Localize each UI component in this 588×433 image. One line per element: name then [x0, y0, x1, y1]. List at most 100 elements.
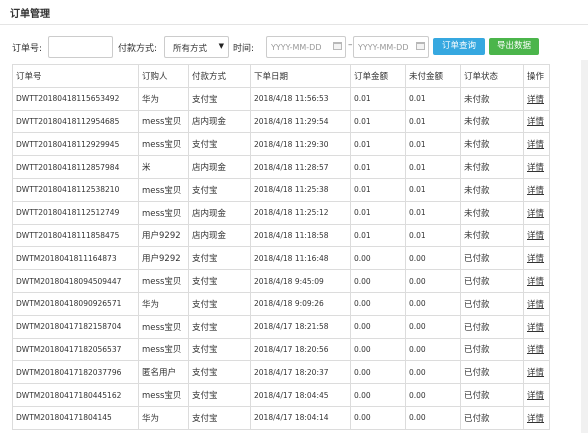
payment-method-cell: 支付宝 [188, 86, 251, 111]
order-date-cell: 2018/4/18 11:25:38 [250, 177, 351, 202]
action-cell: 详情 [523, 337, 550, 362]
customer-cell: mess宝贝 [138, 383, 189, 407]
unpaid-amount-cell: 0.01 [405, 109, 461, 134]
calendar-icon[interactable] [333, 42, 342, 50]
order-amount-cell: 0.01 [350, 86, 406, 111]
table-row: DWTT20180418112538210 mess宝贝 支付宝 2018/4/18 … [12, 177, 550, 202]
table-row: DWTM20180417182056537 mess宝贝 支付宝 2018/4/17 … [12, 337, 550, 362]
order-date-cell: 2018/4/17 18:21:58 [250, 314, 351, 339]
customer-cell: 米 [138, 155, 189, 179]
order-date-cell: 2018/4/18 11:25:12 [250, 200, 351, 225]
unpaid-amount-cell: 0.00 [405, 337, 461, 362]
order-number-cell: DWTM20180417182037796 [12, 360, 139, 385]
table-row: DWTT20180418112512749 mess宝贝 店内现金 2018/4/18… [12, 200, 550, 225]
action-cell: 详情 [523, 177, 550, 202]
customer-cell: 用户9292 [138, 223, 189, 248]
column-header[interactable]: 订单状态 [460, 64, 524, 88]
order-query-button[interactable]: 订单查询 [433, 38, 485, 55]
details-link[interactable]: 详情 [527, 163, 544, 173]
order-date-cell: 2018/4/18 11:28:57 [250, 155, 351, 179]
action-cell: 详情 [523, 314, 550, 339]
order-number-cell: DWTM20180417180445162 [12, 383, 139, 407]
order-date-cell: 2018/4/18 11:56:53 [250, 86, 351, 111]
order-status-cell: 已付款 [460, 337, 524, 362]
column-header[interactable]: 付款方式 [188, 64, 251, 88]
panel-header: 订单管理 [0, 0, 588, 25]
column-header[interactable]: 未付金额 [405, 64, 461, 88]
table-row: DWTM20180417180445162 mess宝贝 支付宝 2018/4/17 … [12, 383, 550, 407]
payment-method-cell: 支付宝 [188, 246, 251, 271]
details-link[interactable]: 详情 [527, 140, 544, 150]
order-status-cell: 已付款 [460, 246, 524, 271]
column-header[interactable]: 下单日期 [250, 64, 351, 88]
unpaid-amount-cell: 0.00 [405, 360, 461, 385]
details-link[interactable]: 详情 [527, 300, 544, 310]
order-amount-cell: 0.00 [350, 383, 406, 407]
details-link[interactable]: 详情 [527, 277, 544, 287]
order-status-cell: 已付款 [460, 314, 524, 339]
order-amount-cell: 0.00 [350, 360, 406, 385]
order-date-cell: 2018/4/17 18:20:56 [250, 337, 351, 362]
order-status-cell: 未付款 [460, 223, 524, 248]
details-link[interactable]: 详情 [527, 231, 544, 241]
payment-method-cell: 支付宝 [188, 405, 251, 430]
table-row: DWTT20180418111858475 用户9292 店内现金 2018/4/18… [12, 223, 550, 248]
unpaid-amount-cell: 0.01 [405, 200, 461, 225]
column-header[interactable]: 订单号 [12, 64, 139, 88]
dropdown-arrow-icon: ▼ [218, 42, 224, 50]
table-row: DWTM201804171804145 华为 支付宝 2018/4/17 18:04:… [12, 405, 550, 430]
table-row: DWTM2018041811164873 用户9292 支付宝 2018/4/18 1… [12, 246, 550, 271]
order-status-cell: 未付款 [460, 155, 524, 179]
payment-method-cell: 支付宝 [188, 383, 251, 407]
order-number-cell: DWTM20180418090926571 [12, 291, 139, 316]
order-number-cell: DWTM2018041811164873 [12, 246, 139, 271]
customer-cell: mess宝贝 [138, 132, 189, 157]
details-link[interactable]: 详情 [527, 186, 544, 196]
customer-cell: 华为 [138, 291, 189, 316]
details-link[interactable]: 详情 [527, 95, 544, 105]
order-number-cell: DWTT20180418112954685 [12, 109, 139, 134]
order-status-cell: 已付款 [460, 405, 524, 430]
order-number-input[interactable] [48, 36, 113, 58]
action-cell: 详情 [523, 86, 550, 111]
action-cell: 详情 [523, 223, 550, 248]
order-status-cell: 已付款 [460, 269, 524, 293]
calendar-icon[interactable] [416, 42, 425, 50]
details-link[interactable]: 详情 [527, 117, 544, 127]
unpaid-amount-cell: 0.00 [405, 314, 461, 339]
customer-cell: 华为 [138, 405, 189, 430]
export-data-button[interactable]: 导出数据 [489, 38, 539, 55]
column-header[interactable]: 订购人 [138, 64, 189, 88]
payment-method-cell: 店内现金 [188, 155, 251, 179]
action-cell: 详情 [523, 109, 550, 134]
action-cell: 详情 [523, 405, 550, 430]
payment-method-value: 所有方式 [173, 44, 208, 54]
order-amount-cell: 0.00 [350, 405, 406, 430]
unpaid-amount-cell: 0.01 [405, 177, 461, 202]
order-date-cell: 2018/4/18 11:18:58 [250, 223, 351, 248]
details-link[interactable]: 详情 [527, 391, 544, 401]
details-link[interactable]: 详情 [527, 345, 544, 355]
order-amount-cell: 0.00 [350, 246, 406, 271]
customer-cell: mess宝贝 [138, 177, 189, 202]
unpaid-amount-cell: 0.01 [405, 132, 461, 157]
order-date-cell: 2018/4/18 9:09:26 [250, 291, 351, 316]
time-label: 时间: [233, 44, 255, 54]
orders-table: 订单号 订购人 付款方式 下单日期 订单金额 未付金额 订单状态 操作 DWTT… [12, 64, 550, 430]
order-status-cell: 已付款 [460, 383, 524, 407]
column-header[interactable]: 操作 [523, 64, 550, 88]
details-link[interactable]: 详情 [527, 368, 544, 378]
column-header[interactable]: 订单金额 [350, 64, 406, 88]
payment-method-select[interactable]: 所有方式 ▼ [164, 36, 229, 58]
details-link[interactable]: 详情 [527, 414, 544, 424]
details-link[interactable]: 详情 [527, 323, 544, 333]
action-cell: 详情 [523, 269, 550, 293]
details-link[interactable]: 详情 [527, 209, 544, 219]
order-amount-cell: 0.01 [350, 177, 406, 202]
details-link[interactable]: 详情 [527, 254, 544, 264]
order-status-cell: 未付款 [460, 109, 524, 134]
payment-method-cell: 店内现金 [188, 200, 251, 225]
order-number-cell: DWTM20180417182158704 [12, 314, 139, 339]
unpaid-amount-cell: 0.00 [405, 269, 461, 293]
vertical-scrollbar[interactable] [581, 60, 588, 433]
